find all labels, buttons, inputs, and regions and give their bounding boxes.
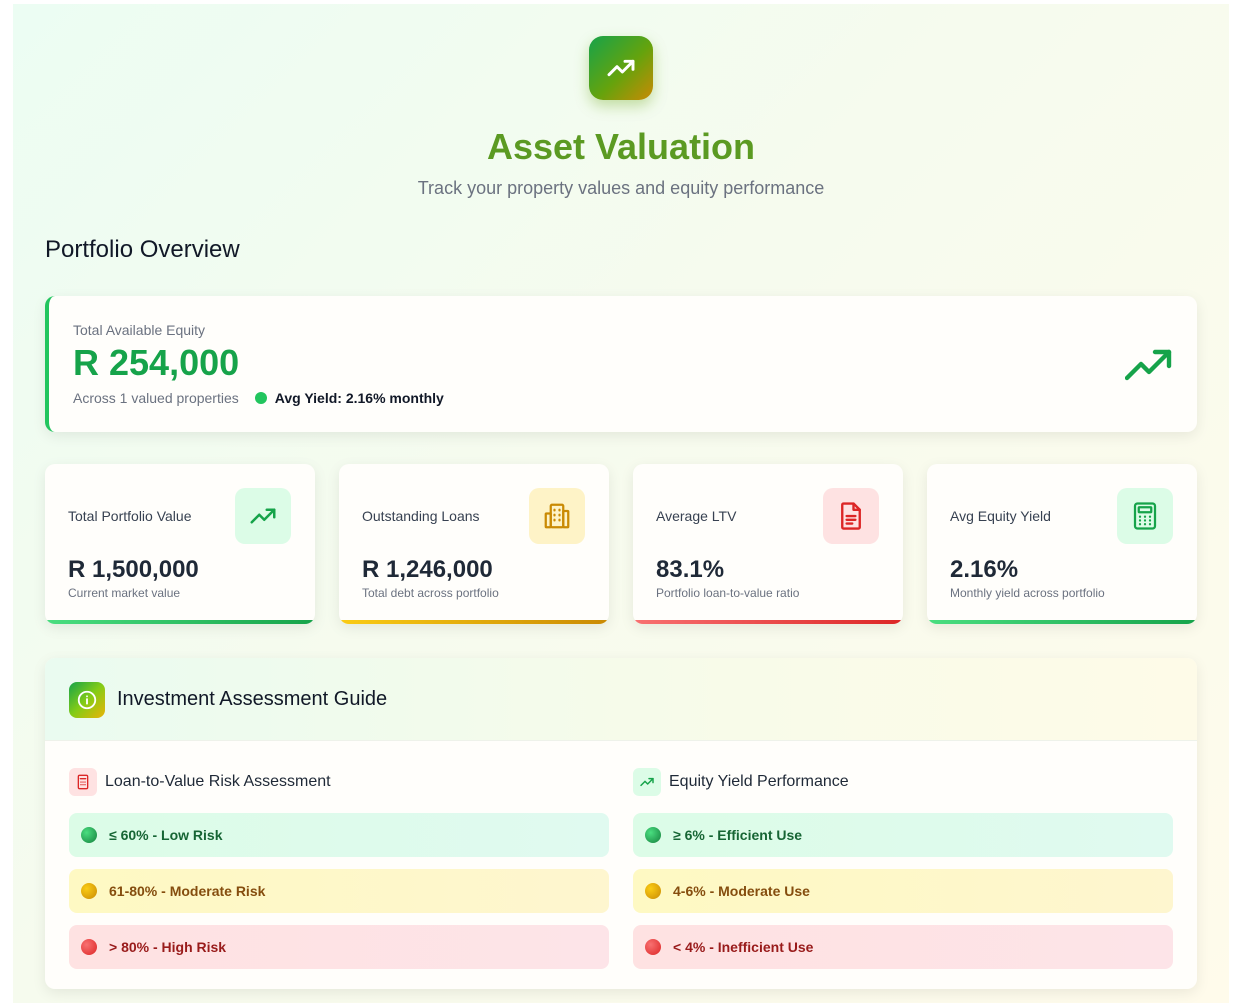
stat-accent-bar [45,620,315,624]
yield-column-header: Equity Yield Performance [633,768,849,796]
status-dot-icon [81,939,97,955]
stat-value: R 1,500,000 [68,556,199,583]
ltv-column-title: Loan-to-Value Risk Assessment [105,773,331,790]
stat-card-avg-equity-yield: Avg Equity Yield 2.16% Monthly yield acr… [927,464,1197,624]
info-icon [69,682,105,718]
stat-desc: Total debt across portfolio [362,586,499,600]
stat-card-average-ltv: Average LTV 83.1% Portfolio loan-to-valu… [633,464,903,624]
yield-inefficient: < 4% - Inefficient Use [633,925,1173,969]
status-dot-icon [81,827,97,843]
guide-header: Investment Assessment Guide [45,658,1197,741]
stat-label: Total Portfolio Value [68,508,192,524]
yield-column-title: Equity Yield Performance [669,773,849,790]
ltv-item-label: > 80% - High Risk [109,939,227,955]
stat-label: Outstanding Loans [362,508,480,524]
status-dot-icon [645,939,661,955]
trending-up-icon [633,768,661,796]
yield-item-label: < 4% - Inefficient Use [673,939,814,955]
stat-desc: Monthly yield across portfolio [950,586,1105,600]
stat-accent-bar [927,620,1197,624]
ltv-item-label: 61-80% - Moderate Risk [109,883,266,899]
stat-value: 83.1% [656,556,725,583]
yield-item-label: 4-6% - Moderate Use [673,883,810,899]
stat-card-outstanding-loans: Outstanding Loans R 1,246,000 Total debt… [339,464,609,624]
stat-value: R 1,246,000 [362,556,493,583]
status-dot-icon [81,883,97,899]
stat-accent-bar [633,620,903,624]
page-title: Asset Valuation [486,126,756,167]
stat-card-portfolio-value: Total Portfolio Value R 1,500,000 Curren… [45,464,315,624]
avg-yield-text: Avg Yield: 2.16% monthly [274,390,444,406]
stat-label: Average LTV [656,508,737,524]
stat-label: Avg Equity Yield [950,508,1051,524]
yield-item-label: ≥ 6% - Efficient Use [673,827,803,843]
stat-desc: Portfolio loan-to-value ratio [656,586,800,600]
calculator-icon [1117,488,1173,544]
equity-label: Total Available Equity [73,322,206,338]
ltv-item-label: ≤ 60% - Low Risk [109,827,223,843]
total-equity-card: Total Available Equity R 254,000 Across … [45,296,1197,432]
guide-title: Investment Assessment Guide [117,688,388,710]
equity-value: R 254,000 [73,342,240,383]
equity-meta: Across 1 valued properties Avg Yield: 2.… [73,390,444,406]
yield-moderate: 4-6% - Moderate Use [633,869,1173,913]
status-dot-icon [645,827,661,843]
page-subtitle: Track your property values and equity pe… [417,178,825,198]
document-icon [823,488,879,544]
stat-value: 2.16% [950,556,1019,583]
trending-up-icon [235,488,291,544]
yield-efficient: ≥ 6% - Efficient Use [633,813,1173,857]
ltv-column-header: Loan-to-Value Risk Assessment [69,768,331,796]
stat-desc: Current market value [68,586,181,600]
stat-accent-bar [339,620,609,624]
ltv-high-risk: > 80% - High Risk [69,925,609,969]
building-icon [529,488,585,544]
page: Asset Valuation Track your property valu… [13,4,1229,1003]
investment-guide-card: Investment Assessment Guide Loan-to-Valu… [45,658,1197,989]
ltv-moderate-risk: 61-80% - Moderate Risk [69,869,609,913]
calculator-icon [69,768,97,796]
trending-up-icon [589,36,653,100]
equity-across-text: Across 1 valued properties [73,390,239,406]
status-dot-icon [645,883,661,899]
section-title: Portfolio Overview [45,236,240,263]
ltv-low-risk: ≤ 60% - Low Risk [69,813,609,857]
status-dot-icon [254,392,267,404]
trending-up-icon [1125,349,1172,381]
